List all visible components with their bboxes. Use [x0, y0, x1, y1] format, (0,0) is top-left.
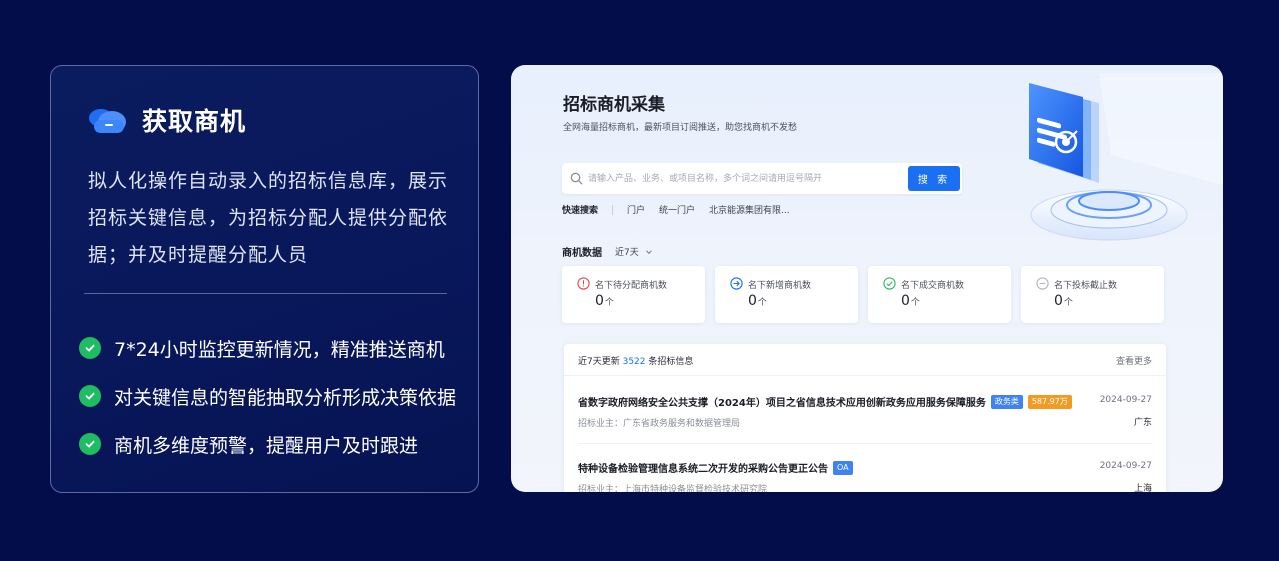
quick-search-bar: 快速搜索 门户 统一门户 北京能源集团有限...: [562, 203, 804, 216]
info-card-title: 获取商机: [142, 107, 247, 136]
check-circle-icon: [79, 337, 101, 359]
item-title[interactable]: 省数字政府网络安全公共支撑（2024年）项目之省信息技术应用创新政务应用服务保障…: [578, 394, 1072, 409]
cloud-icon: [89, 109, 126, 133]
app-screenshot: 招标商机采集 全网海量招标商机，最新项目订阅推送，助您找商机不发愁 搜 索 快速…: [511, 65, 1223, 492]
info-card-header: 获取商机: [86, 103, 246, 137]
list-item[interactable]: 特种设备检验管理信息系统二次开发的采购公告更正公告 OA 招标业主：上海市特种设…: [578, 460, 1152, 492]
bid-list-header: 近7天更新 3522 条招标信息 查看更多: [564, 344, 1166, 376]
bid-count: 3522: [622, 357, 646, 367]
feature-text: 对关键信息的智能抽取分析形成决策依据: [114, 386, 457, 409]
minus-circle-icon: [1036, 277, 1049, 290]
item-owner: 招标业主：上海市特种设备监督检验技术研究院: [578, 485, 768, 492]
stat-label: 名下成交商机数: [901, 281, 965, 291]
stat-value: 0个: [748, 293, 767, 309]
stat-value: 0个: [1054, 293, 1073, 309]
divider: [84, 293, 447, 294]
category-badge: 政务类: [990, 394, 1023, 409]
divider: [612, 204, 614, 215]
stats-range-select[interactable]: 近7天: [615, 245, 639, 258]
feature-item: 对关键信息的智能抽取分析形成决策依据: [79, 372, 456, 420]
quick-search-tag[interactable]: 门户: [627, 203, 645, 216]
check-circle-icon: [883, 277, 896, 290]
search-input[interactable]: [588, 163, 888, 194]
page-title: 招标商机采集: [563, 95, 665, 115]
category-badge: OA: [833, 460, 853, 475]
stat-card-won[interactable]: 名下成交商机数 0个: [868, 266, 1011, 323]
stat-label: 名下投标截止数: [1054, 281, 1118, 291]
chevron-down-icon[interactable]: [645, 248, 653, 256]
search-button[interactable]: 搜 索: [908, 166, 960, 191]
bid-list-panel: 近7天更新 3522 条招标信息 查看更多 省数字政府网络安全公共支撑（2024…: [564, 344, 1166, 492]
stat-label: 名下待分配商机数: [595, 281, 668, 291]
list-item[interactable]: 省数字政府网络安全公共支撑（2024年）项目之省信息技术应用创新政务应用服务保障…: [578, 394, 1152, 454]
item-date: 2024-09-27: [1099, 395, 1152, 405]
search-icon: [570, 172, 583, 185]
stat-card-pending[interactable]: 名下待分配商机数 0个: [562, 266, 705, 323]
arrow-right-circle-icon: [730, 277, 743, 290]
item-title[interactable]: 特种设备检验管理信息系统二次开发的采购公告更正公告 OA: [578, 460, 853, 475]
quick-search-tag[interactable]: 统一门户: [659, 203, 695, 216]
item-region: 广东: [1133, 418, 1152, 428]
feature-info-card: 获取商机 拟人化操作自动录入的招标信息库，展示招标关键信息，为招标分配人提供分配…: [50, 65, 479, 493]
amount-badge: 587.97万: [1027, 394, 1072, 409]
item-owner: 招标业主：广东省政务服务和数据管理局: [578, 419, 741, 429]
feature-item: 商机多维度预警，提醒用户及时跟进: [79, 420, 456, 468]
check-circle-icon: [79, 433, 101, 455]
info-card-description: 拟人化操作自动录入的招标信息库，展示招标关键信息，为招标分配人提供分配依据；并及…: [88, 170, 449, 266]
item-region: 上海: [1133, 484, 1152, 492]
check-circle-icon: [79, 385, 101, 407]
stat-value: 0个: [595, 293, 614, 309]
feature-text: 7*24小时监控更新情况，精准推送商机: [114, 338, 445, 361]
stats-title: 商机数据: [562, 248, 602, 259]
quick-search-label: 快速搜索: [562, 206, 599, 216]
divider: [578, 443, 1152, 444]
quick-search-tag[interactable]: 北京能源集团有限...: [709, 203, 790, 216]
alert-circle-icon: [577, 277, 590, 290]
page-subtitle: 全网海量招标商机，最新项目订阅推送，助您找商机不发愁: [563, 123, 798, 133]
stat-value: 0个: [901, 293, 920, 309]
stat-card-deadline[interactable]: 名下投标截止数 0个: [1021, 266, 1164, 323]
item-date: 2024-09-27: [1099, 461, 1152, 471]
view-more-link[interactable]: 查看更多: [1116, 354, 1152, 367]
feature-item: 7*24小时监控更新情况，精准推送商机: [79, 324, 456, 372]
stat-label: 名下新增商机数: [748, 281, 812, 291]
feature-text: 商机多维度预警，提醒用户及时跟进: [114, 434, 419, 457]
search-box: [562, 163, 962, 194]
document-target-illustration-icon: [1029, 73, 1223, 241]
stat-card-new[interactable]: 名下新增商机数 0个: [715, 266, 858, 323]
stats-header: 商机数据 近7天: [562, 244, 653, 259]
feature-list: 7*24小时监控更新情况，精准推送商机 对关键信息的智能抽取分析形成决策依据 商…: [79, 324, 456, 468]
bid-list-summary: 近7天更新 3522 条招标信息: [578, 357, 694, 367]
